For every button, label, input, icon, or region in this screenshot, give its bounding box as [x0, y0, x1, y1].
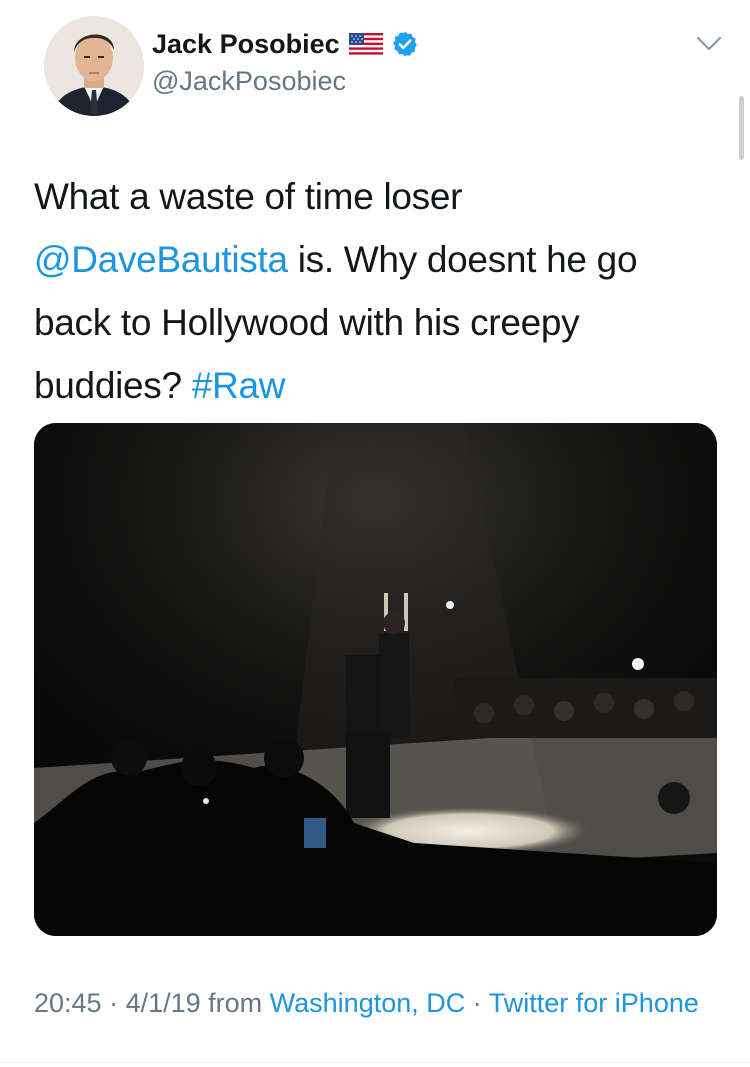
chevron-down-icon[interactable]	[696, 35, 722, 53]
author-handle[interactable]: @JackPosobiec	[152, 66, 346, 97]
tweet-text-line1: What a waste of time loser	[34, 176, 463, 217]
location-link[interactable]: Washington, DC	[270, 988, 466, 1018]
tweet-time: 20:45	[34, 988, 102, 1018]
concert-photo	[34, 423, 717, 936]
meta-separator: ·	[101, 988, 126, 1018]
author-name-row: Jack Posobiec	[152, 27, 419, 61]
author-name[interactable]: Jack Posobiec	[152, 29, 340, 60]
mention-link[interactable]: @DaveBautista	[34, 239, 288, 280]
us-flag-icon	[348, 32, 383, 56]
tweet-date: 4/1/19	[125, 988, 201, 1018]
verified-badge-icon	[391, 30, 419, 58]
tweet-metadata: 20:45 · 4/1/19 from Washington, DC · Twi…	[34, 983, 724, 1024]
divider	[0, 1062, 750, 1063]
meta-separator: ·	[465, 988, 489, 1018]
hashtag-link[interactable]: #Raw	[192, 365, 286, 406]
avatar[interactable]	[44, 16, 144, 116]
profile-photo	[44, 16, 144, 116]
source-link[interactable]: Twitter for iPhone	[489, 988, 699, 1018]
scrollbar[interactable]	[739, 96, 744, 160]
from-label: from	[200, 988, 270, 1018]
tweet-text: What a waste of time loser @DaveBautista …	[34, 165, 724, 417]
tweet-photo[interactable]	[34, 423, 717, 936]
